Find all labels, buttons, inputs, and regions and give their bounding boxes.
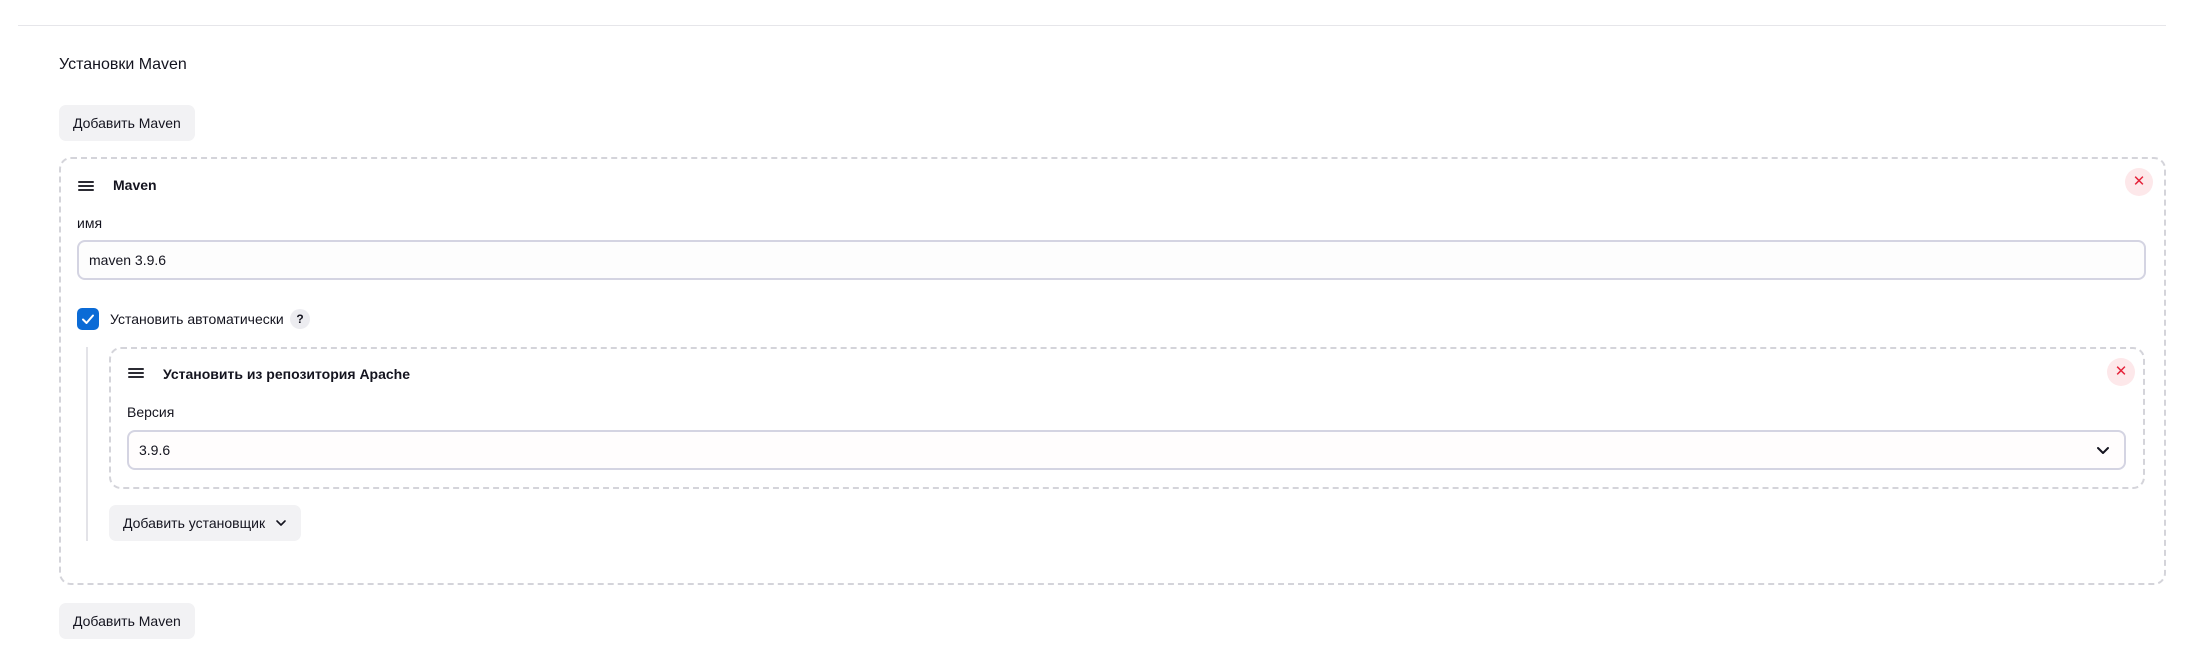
version-label: Версия <box>127 404 175 420</box>
check-icon <box>82 314 94 324</box>
delete-installer-button[interactable]: ✕ <box>2107 358 2135 386</box>
name-label: имя <box>77 215 103 231</box>
drag-handle-icon[interactable] <box>78 181 94 192</box>
auto-install-checkbox[interactable] <box>77 308 99 330</box>
delete-maven-button[interactable]: ✕ <box>2125 168 2153 196</box>
drag-handle-icon[interactable] <box>128 368 144 379</box>
help-icon[interactable]: ? <box>290 309 310 329</box>
nesting-line <box>86 347 88 541</box>
chevron-down-icon <box>2097 447 2109 454</box>
divider <box>18 25 2166 26</box>
installer-title: Установить из репозитория Apache <box>163 366 411 382</box>
close-icon: ✕ <box>2114 363 2128 380</box>
chevron-down-icon <box>276 520 286 526</box>
section-title: Установки Maven <box>59 56 187 73</box>
add-maven-button-top[interactable]: Добавить Maven <box>59 105 195 141</box>
version-select-value: 3.9.6 <box>139 442 171 458</box>
add-installer-button[interactable]: Добавить установщик <box>109 505 301 541</box>
version-select[interactable]: 3.9.6 <box>127 430 2126 470</box>
name-input[interactable]: maven 3.9.6 <box>77 240 2146 280</box>
close-icon: ✕ <box>2132 173 2146 190</box>
auto-install-label[interactable]: Установить автоматически <box>110 311 284 327</box>
add-installer-label: Добавить установщик <box>123 515 266 531</box>
maven-item-title: Maven <box>113 177 157 193</box>
maven-installations-page: Установки Maven Добавить Maven Maven ✕ и… <box>0 0 2211 650</box>
add-maven-button-bottom[interactable]: Добавить Maven <box>59 603 195 639</box>
